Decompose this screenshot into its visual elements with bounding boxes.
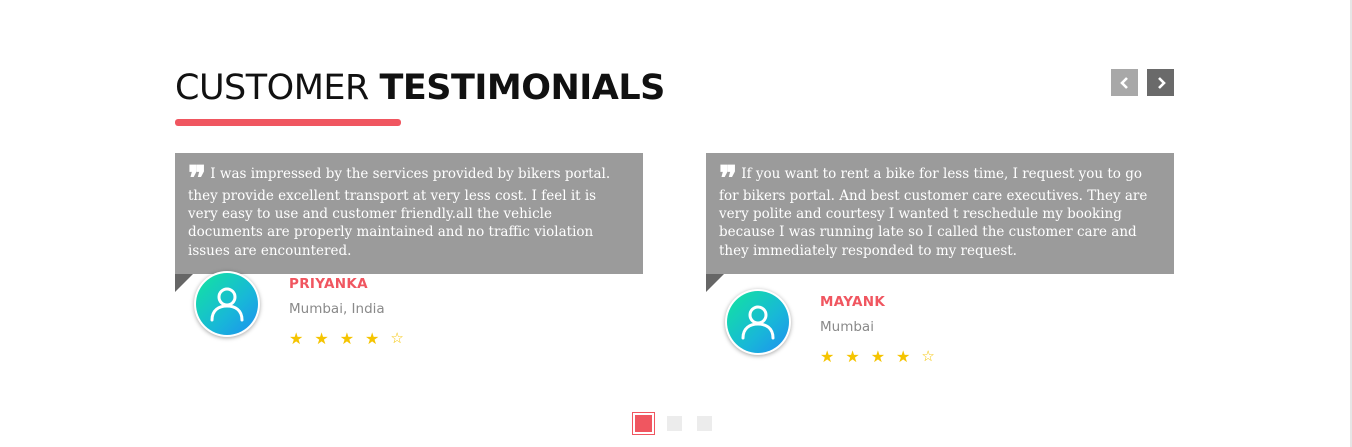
- star-empty-icon: ☆: [390, 329, 404, 347]
- star-rating: ★ ★ ★ ★ ☆: [289, 329, 404, 348]
- customer-location: Mumbai, India: [289, 301, 385, 317]
- pagination-dot[interactable]: [667, 416, 682, 431]
- testimonial-text: If you want to rent a bike for less time…: [719, 166, 1148, 259]
- user-icon: [741, 305, 775, 340]
- testimonial-bubble: ❞ I was impressed by the services provide…: [175, 153, 643, 292]
- carousel-pagination: [633, 415, 727, 432]
- star-filled-icon: ★: [365, 329, 380, 348]
- section-title: CUSTOMER TESTIMONIALS: [175, 66, 665, 110]
- customer-name: PRIYANKA: [289, 276, 368, 292]
- carousel-next-button[interactable]: [1147, 69, 1174, 96]
- testimonial-text: I was impressed by the services provided…: [188, 166, 611, 259]
- section-title-light: CUSTOMER: [175, 68, 369, 108]
- testimonial-card: ❞ If you want to rent a bike for less tim…: [706, 153, 1174, 292]
- chevron-left-icon: [1119, 76, 1128, 89]
- carousel-prev-button[interactable]: [1111, 69, 1138, 96]
- section-title-bold: TESTIMONIALS: [379, 68, 665, 108]
- title-underline: [175, 119, 401, 126]
- customer-location: Mumbai: [820, 319, 874, 335]
- star-rating: ★ ★ ★ ★ ☆: [820, 347, 935, 366]
- customer-name: MAYANK: [820, 294, 886, 310]
- bubble-fold: [175, 273, 193, 292]
- user-icon: [210, 287, 244, 322]
- star-filled-icon: ★: [845, 347, 860, 366]
- pagination-dot[interactable]: [635, 415, 652, 432]
- bubble-fold: [706, 273, 724, 292]
- chevron-right-icon: [1157, 76, 1166, 89]
- star-filled-icon: ★: [289, 329, 304, 348]
- star-filled-icon: ★: [820, 347, 835, 366]
- testimonial-bubble: ❞ If you want to rent a bike for less tim…: [706, 153, 1174, 292]
- star-filled-icon: ★: [314, 329, 329, 348]
- star-filled-icon: ★: [896, 347, 911, 366]
- testimonial-card: ❞ I was impressed by the services provide…: [175, 153, 643, 292]
- pagination-dot[interactable]: [697, 416, 712, 431]
- avatar: [725, 289, 791, 355]
- star-empty-icon: ☆: [921, 347, 935, 365]
- avatar: [194, 271, 260, 337]
- star-filled-icon: ★: [339, 329, 355, 348]
- star-filled-icon: ★: [870, 347, 886, 366]
